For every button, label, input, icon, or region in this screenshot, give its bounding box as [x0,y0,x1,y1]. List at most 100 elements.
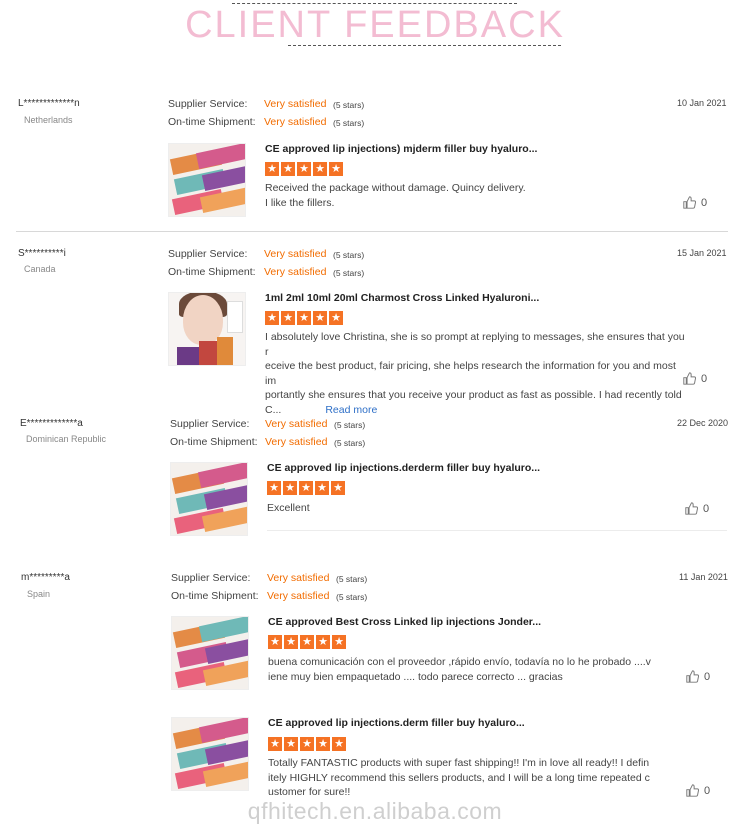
reviewer-name: m*********a [21,572,70,583]
star-rating: ★ ★ ★ ★ ★ [268,737,346,751]
product-title-link[interactable]: CE approved lip injections.derm filler b… [268,717,525,729]
star-icon: ★ [284,737,298,751]
review-comment: Received the package without damage. Qui… [265,181,685,210]
product-thumbnail[interactable] [171,717,249,791]
like-button[interactable]: 0 [683,372,707,385]
star-icon: ★ [283,481,297,495]
star-icon: ★ [331,481,345,495]
like-button[interactable]: 0 [683,196,707,209]
star-icon: ★ [332,737,346,751]
thumbs-up-icon [686,670,699,683]
star-icon: ★ [300,737,314,751]
like-button[interactable]: 0 [686,670,710,683]
star-icon: ★ [313,311,327,325]
like-button[interactable]: 0 [686,784,710,797]
star-rating: ★ ★ ★ ★ ★ [268,635,346,649]
on-time-shipment-stars: (5 stars) [333,118,365,128]
on-time-shipment-stars: (5 stars) [334,438,366,448]
on-time-shipment-label: On-time Shipment: [170,436,258,448]
like-count: 0 [704,670,711,683]
product-title-link[interactable]: CE approved lip injections) mjderm fille… [265,143,537,155]
thumbs-up-icon [686,784,699,797]
product-thumbnail[interactable] [170,462,248,536]
supplier-service-value: Very satisfied [265,418,328,430]
review-comment: Excellent [267,501,687,516]
product-title-link[interactable]: 1ml 2ml 10ml 20ml Charmost Cross Linked … [265,292,539,304]
star-icon: ★ [300,635,314,649]
review-date: 11 Jan 2021 [679,572,728,582]
supplier-service-stars: (5 stars) [334,420,366,430]
star-icon: ★ [281,311,295,325]
product-thumbnail[interactable] [168,143,246,217]
supplier-service-stars: (5 stars) [333,250,365,260]
comment-line: C... [265,403,282,416]
on-time-shipment-label: On-time Shipment: [168,266,256,278]
supplier-service-stars: (5 stars) [336,574,368,584]
read-more-link[interactable]: Read more [325,404,377,416]
like-count: 0 [703,502,710,515]
star-icon: ★ [299,481,313,495]
star-rating: ★ ★ ★ ★ ★ [265,162,343,176]
product-thumbnail[interactable] [168,292,246,366]
supplier-service-stars: (5 stars) [333,100,365,110]
comment-line: I like the fillers. [265,196,335,209]
star-icon: ★ [268,737,282,751]
star-rating: ★ ★ ★ ★ ★ [267,481,345,495]
reviewer-country: Netherlands [24,115,73,125]
star-icon: ★ [329,311,343,325]
on-time-shipment-stars: (5 stars) [336,592,368,602]
supplier-service-label: Supplier Service: [171,572,251,584]
on-time-shipment-value: Very satisfied [265,436,328,448]
watermark: qfhitech.en.alibaba.com [247,798,503,824]
divider [16,231,728,232]
comment-line: Excellent [267,502,310,514]
comment-line: portantly she ensures that you receive y… [265,389,682,401]
review-date: 15 Jan 2021 [677,248,727,258]
product-title-link[interactable]: CE approved lip injections.derderm fille… [267,462,540,474]
divider [267,530,727,531]
supplier-service-label: Supplier Service: [168,248,248,260]
star-icon: ★ [332,635,346,649]
like-count: 0 [701,372,708,385]
star-icon: ★ [267,481,281,495]
review-comment: Totally FANTASTIC products with super fa… [268,756,688,800]
like-button[interactable]: 0 [685,502,709,515]
on-time-shipment-stars: (5 stars) [333,268,365,278]
comment-line: iene muy bien empaquetado .... todo pare… [268,670,563,683]
supplier-service-label: Supplier Service: [168,98,248,110]
star-icon: ★ [281,162,295,176]
product-title-link[interactable]: CE approved Best Cross Linked lip inject… [268,616,541,628]
reviewer-country: Dominican Republic [26,434,107,444]
star-icon: ★ [313,162,327,176]
supplier-service-value: Very satisfied [267,572,330,584]
comment-line: eceive the best product, fair pricing, s… [265,360,676,387]
reviewer-country: Spain [27,589,51,599]
comment-line: itely HIGHLY recommend this sellers prod… [268,771,650,784]
thumbs-up-icon [685,502,698,515]
like-count: 0 [701,196,708,209]
supplier-service-value: Very satisfied [264,98,327,110]
title-divider-bottom [288,45,561,46]
page-title: CLIENT FEEDBACK [185,4,565,46]
on-time-shipment-label: On-time Shipment: [168,116,256,128]
star-icon: ★ [268,635,282,649]
star-icon: ★ [297,311,311,325]
comment-line: Totally FANTASTIC products with super fa… [268,757,650,769]
product-thumbnail[interactable] [171,616,249,690]
star-rating: ★ ★ ★ ★ ★ [265,311,343,325]
comment-line: I absolutely love Christina, she is so p… [265,331,685,358]
star-icon: ★ [316,635,330,649]
supplier-service-value: Very satisfied [264,248,327,260]
on-time-shipment-label: On-time Shipment: [171,590,259,602]
reviewer-name: L*************n [18,98,80,109]
thumbs-up-icon [683,372,696,385]
comment-line: buena comunicación con el proveedor ,ráp… [268,656,651,668]
thumbs-up-icon [683,196,696,209]
review-date: 10 Jan 2021 [677,98,727,108]
on-time-shipment-value: Very satisfied [264,266,327,278]
reviewer-country: Canada [24,264,56,274]
supplier-service-label: Supplier Service: [170,418,250,430]
header: CLIENT FEEDBACK [0,0,750,60]
review-date: 22 Dec 2020 [677,418,729,428]
star-icon: ★ [265,311,279,325]
